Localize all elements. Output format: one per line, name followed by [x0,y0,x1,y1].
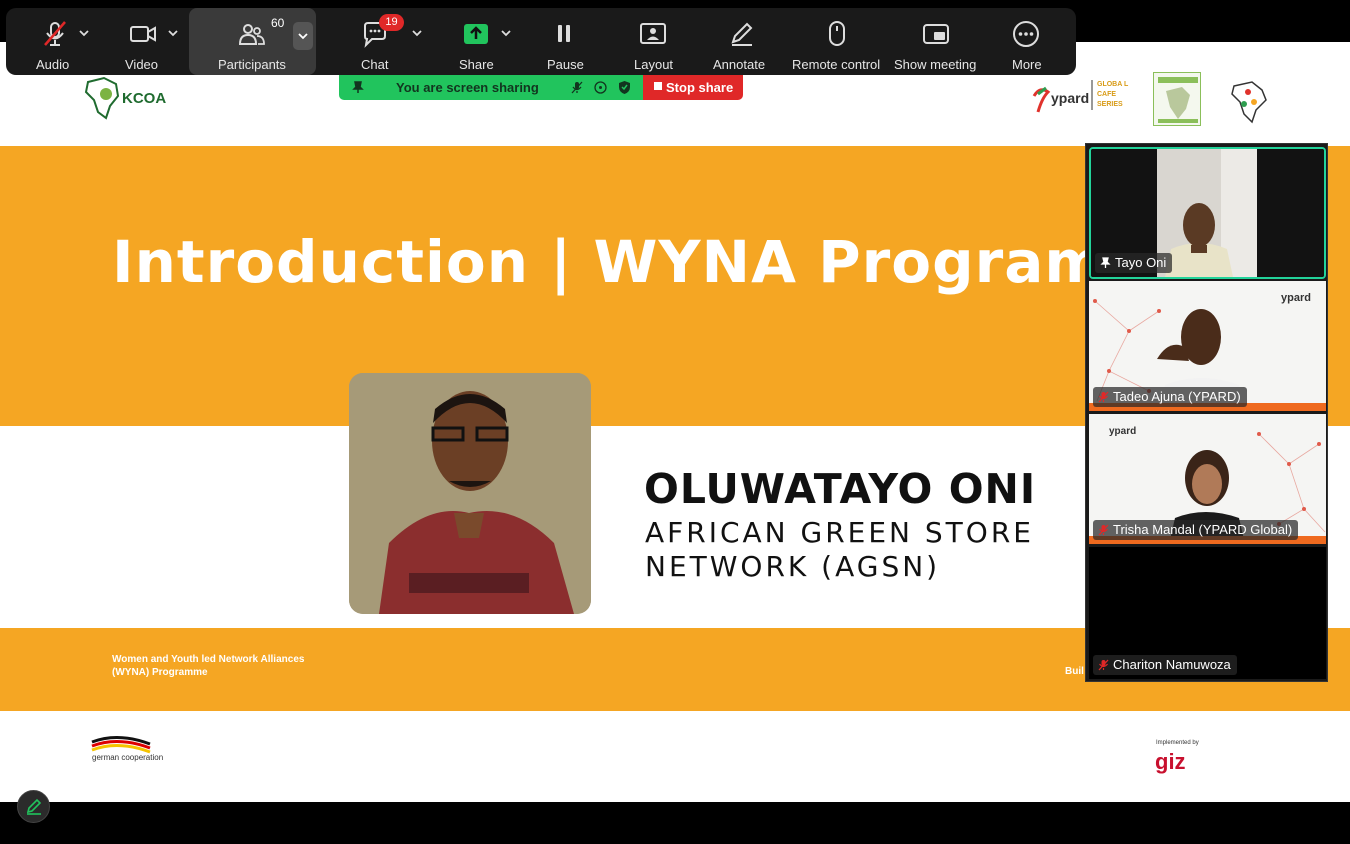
shield-icon[interactable] [618,80,631,95]
video-tile[interactable]: ypard Tadeo Ajuna (YPARD) [1089,281,1326,411]
show-meeting-icon [923,24,949,44]
show-meeting-label: Show meeting [894,57,977,72]
mic-muted-icon [1098,391,1109,403]
participant-name: Chariton Namuwoza [1113,657,1231,672]
audio-button[interactable]: Audio [24,8,84,75]
remote-control-button[interactable]: Remote control [789,8,889,75]
kcoa-logo-text: KCOA [122,90,167,107]
mic-muted-icon[interactable] [571,81,583,94]
video-label: Video [125,57,159,72]
screen-sharing-status: You are screen sharing [396,80,539,95]
mouse-icon [829,21,845,46]
participants-count: 60 [271,16,285,30]
more-label: More [1012,57,1042,72]
footer-right-text: Buil [1065,666,1084,677]
pin-icon [1100,257,1111,268]
global-cafe-series-text: GLOBA L CAFE SERIES [1091,80,1131,110]
annotate-label: Annotate [713,57,766,72]
participant-name: Tayo Oni [1115,255,1167,270]
video-tile[interactable]: ypard Trisha Mandal (YPARD Global) [1089,414,1326,544]
participant-name: Trisha Mandal (YPARD Global) [1113,522,1293,537]
show-meeting-button[interactable]: Show meeting [890,8,982,75]
pencil-icon [731,22,753,46]
participant-name-tag: Chariton Namuwoza [1093,655,1237,675]
annotate-button[interactable]: Annotate [706,8,778,75]
remote-control-label: Remote control [792,57,881,72]
stop-share-button[interactable]: Stop share [643,75,743,100]
sharing-status-panel[interactable]: You are screen sharing [339,75,643,100]
pause-label: Pause [547,57,584,72]
pin-icon[interactable] [352,81,364,94]
chat-options-chevron-icon[interactable] [411,28,423,38]
stop-share-label: Stop share [666,80,734,95]
share-button[interactable]: Share [446,8,506,75]
share-options-chevron-icon[interactable] [500,28,512,38]
mic-muted-icon [1098,659,1109,671]
chat-unread-badge: 19 [379,14,404,31]
screen-sharing-bar: You are screen sharing Stop share [339,75,743,100]
video-options-chevron-icon[interactable] [167,28,179,38]
pause-share-button[interactable]: Pause [534,8,594,75]
video-tile-camera-off[interactable]: Chariton Namuwoza [1089,547,1326,679]
share-screen-icon [464,24,488,44]
chat-label: Chat [361,57,389,72]
zoom-screen-share-window: KCOA ypard GLOBA L CAFE SERIES Introduct… [0,0,1350,844]
video-tile-active-speaker[interactable]: Tayo Oni [1089,147,1326,279]
participant-name-tag: Tayo Oni [1095,253,1173,273]
participant-name-tag: Tadeo Ajuna (YPARD) [1093,387,1247,407]
participants-label: Participants [218,57,286,72]
partner-logo [1153,72,1201,126]
pencil-icon [26,798,42,815]
layout-icon [640,23,666,44]
more-ellipsis-icon [1013,21,1039,47]
mic-muted-icon [44,21,66,46]
giz-logo: giz [1155,749,1186,774]
more-button[interactable]: More [996,8,1056,75]
share-label: Share [459,57,494,72]
layout-button[interactable]: Layout [623,8,683,75]
chevron-down-icon [298,33,308,40]
ypard-logo-text: ypard [1281,292,1311,304]
giz-implemented-by: Implemented by [1156,740,1199,746]
layout-label: Layout [634,57,674,72]
ypard-logo-text: ypard [1051,90,1090,106]
speaker-photo [349,373,591,614]
agsn-logo [1222,72,1276,128]
audio-options-chevron-icon[interactable] [78,28,90,38]
ypard-logo-text: ypard [1109,426,1136,437]
info-icon[interactable] [594,81,607,94]
participants-options-button[interactable] [293,22,313,50]
speaker-org-line-1: AFRICAN GREEN STORE [645,516,1034,549]
participants-icon [238,24,265,45]
stop-icon [654,82,662,90]
german-cooperation-text: german cooperation [92,753,164,762]
speaker-name: OLUWATAYO ONI [644,465,1037,513]
mic-muted-icon [1098,524,1109,536]
speaker-org-line-2: NETWORK (AGSN) [645,550,941,583]
participant-name-tag: Trisha Mandal (YPARD Global) [1093,520,1299,540]
video-button[interactable]: Video [114,8,174,75]
audio-label: Audio [36,57,70,72]
participant-video-panel: Tayo Oni ypard Tadeo Ajuna (YPARD) ypard… [1085,143,1328,682]
video-camera-icon [130,26,156,42]
participant-name: Tadeo Ajuna (YPARD) [1113,389,1241,404]
meeting-toolbar: Audio Video Participants 60 Chat 19 Shar… [6,8,1076,75]
footer-programme-text: Women and Youth led Network Alliances (W… [112,654,305,678]
pause-icon [558,25,570,42]
slide-title: Introduction | WYNA Programm [112,228,1168,296]
annotation-pen-button[interactable] [17,790,50,823]
